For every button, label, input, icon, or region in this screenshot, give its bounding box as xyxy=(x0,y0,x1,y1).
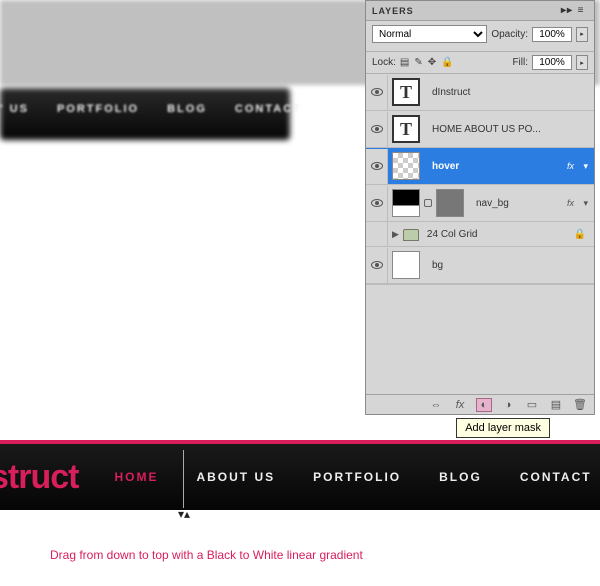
lock-icon[interactable]: 🔒 xyxy=(574,229,586,240)
layer-style-icon[interactable]: fx xyxy=(452,398,468,412)
lock-position-icon[interactable]: ✥ xyxy=(428,57,436,68)
visibility-eye-icon[interactable] xyxy=(371,88,383,96)
lock-label: Lock: xyxy=(372,57,396,68)
lock-pixels-icon[interactable]: ✎ xyxy=(414,57,422,68)
visibility-eye-icon[interactable] xyxy=(371,261,383,269)
layer-thumb-icon xyxy=(392,251,420,279)
panel-header[interactable]: LAYERS ▸▸ ≡ xyxy=(366,1,594,21)
fill-input[interactable] xyxy=(532,55,572,70)
lock-transparency-icon[interactable]: ▤ xyxy=(400,57,409,68)
layer-name[interactable]: dInstruct xyxy=(432,87,470,98)
nav-menu: HOME ABOUT US PORTFOLIO BLOG CONTACT xyxy=(108,446,597,508)
link-layers-icon[interactable]: ⇔ xyxy=(428,398,444,412)
nav-item-about[interactable]: ABOUT US xyxy=(190,446,281,508)
folder-icon xyxy=(403,229,419,241)
layer-thumb-icon xyxy=(392,152,420,180)
new-layer-icon[interactable]: ▤ xyxy=(548,398,564,412)
blurred-menu: ' US PORTFOLIO BLOG CONTACT xyxy=(0,103,302,115)
layer-list: T dInstruct T HOME ABOUT US PO... hover … xyxy=(366,74,594,394)
adjustment-layer-icon[interactable]: ◑ xyxy=(500,398,516,412)
text-layer-thumb-icon: T xyxy=(392,115,420,143)
panel-title: LAYERS xyxy=(372,6,414,16)
mask-link-icon[interactable] xyxy=(424,199,432,207)
nav-item-blog[interactable]: BLOG xyxy=(433,446,488,508)
gradient-guide-arrow-icon: ▾▴ xyxy=(178,507,190,521)
nav-item-contact[interactable]: CONTACT xyxy=(514,446,598,508)
panel-footer: ⇔ fx ◐ ◑ ▭ ▤ 🗑 xyxy=(366,394,594,414)
layer-row-text2[interactable]: T HOME ABOUT US PO... xyxy=(366,111,594,148)
layer-name[interactable]: bg xyxy=(432,260,443,271)
layer-name[interactable]: HOME ABOUT US PO... xyxy=(432,124,541,135)
mask-thumb-icon xyxy=(436,189,464,217)
fill-label: Fill: xyxy=(512,57,528,68)
fx-badge-icon[interactable]: fx xyxy=(567,161,574,171)
layer-row-navbg[interactable]: nav_bg fx ▾ xyxy=(366,185,594,222)
lock-all-icon[interactable]: 🔒 xyxy=(441,57,453,68)
site-banner: struct HOME ABOUT US PORTFOLIO BLOG CONT… xyxy=(0,440,600,510)
panel-collapse-icon[interactable]: ▸▸ xyxy=(560,5,574,16)
layer-row-hover[interactable]: hover fx ▾ xyxy=(366,148,594,185)
panel-menu-icon[interactable]: ≡ xyxy=(574,5,588,16)
fx-expand-icon[interactable]: ▾ xyxy=(583,198,588,209)
fx-badge-icon[interactable]: fx xyxy=(567,198,574,208)
layer-name[interactable]: 24 Col Grid xyxy=(427,229,478,240)
fx-expand-icon[interactable]: ▾ xyxy=(583,161,588,172)
visibility-eye-icon[interactable] xyxy=(371,125,383,133)
delete-layer-icon[interactable]: 🗑 xyxy=(572,398,588,412)
opacity-input[interactable] xyxy=(532,27,572,42)
opacity-flyout-icon[interactable]: ▸ xyxy=(576,27,588,42)
layer-list-empty xyxy=(366,284,594,394)
blend-mode-select[interactable]: Normal xyxy=(372,25,487,43)
instruction-caption: Drag from down to top with a Black to Wh… xyxy=(50,548,363,562)
visibility-eye-icon[interactable] xyxy=(371,162,383,170)
visibility-eye-icon[interactable] xyxy=(371,199,383,207)
layer-row-text1[interactable]: T dInstruct xyxy=(366,74,594,111)
layers-panel: LAYERS ▸▸ ≡ Normal Opacity: ▸ Lock: ▤ ✎ … xyxy=(365,0,595,415)
navbar: struct HOME ABOUT US PORTFOLIO BLOG CONT… xyxy=(0,444,600,510)
layer-row-group[interactable]: ▶ 24 Col Grid 🔒 xyxy=(366,222,594,247)
layer-name[interactable]: nav_bg xyxy=(476,198,509,209)
logo: struct xyxy=(0,458,78,497)
nav-item-home[interactable]: HOME xyxy=(108,446,164,508)
opacity-label: Opacity: xyxy=(491,29,528,40)
tooltip: Add layer mask xyxy=(456,418,550,438)
text-layer-thumb-icon: T xyxy=(392,78,420,106)
group-expand-icon[interactable]: ▶ xyxy=(392,229,399,240)
nav-item-portfolio[interactable]: PORTFOLIO xyxy=(307,446,407,508)
layer-name[interactable]: hover xyxy=(432,161,459,172)
layer-row-bg[interactable]: bg xyxy=(366,247,594,284)
new-group-icon[interactable]: ▭ xyxy=(524,398,540,412)
fill-flyout-icon[interactable]: ▸ xyxy=(576,55,588,70)
layer-thumb-icon xyxy=(392,189,420,217)
add-mask-icon[interactable]: ◐ xyxy=(476,398,492,412)
gradient-guide-line xyxy=(183,450,184,508)
